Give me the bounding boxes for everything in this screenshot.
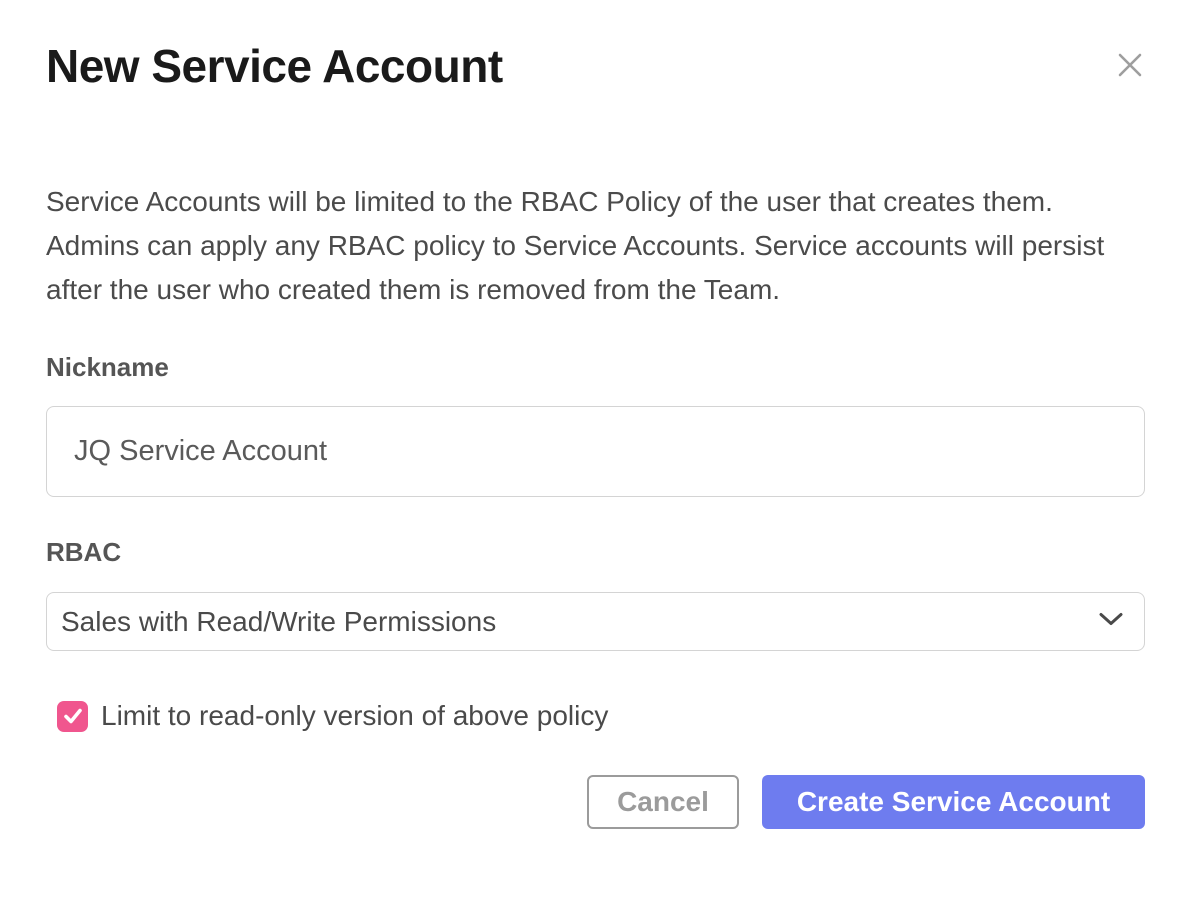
- rbac-label: RBAC: [46, 537, 1145, 568]
- checkmark-icon: [62, 705, 84, 727]
- new-service-account-modal: New Service Account Service Accounts wil…: [0, 0, 1190, 904]
- rbac-select-wrapper: Sales with Read/Write Permissions: [46, 592, 1145, 651]
- cancel-button[interactable]: Cancel: [587, 775, 739, 829]
- readonly-checkbox-row: Limit to read-only version of above poli…: [57, 700, 1145, 732]
- rbac-select[interactable]: Sales with Read/Write Permissions: [46, 592, 1145, 651]
- nickname-input[interactable]: [46, 406, 1145, 497]
- modal-header: New Service Account: [46, 40, 1145, 92]
- create-service-account-button[interactable]: Create Service Account: [762, 775, 1145, 829]
- modal-description: Service Accounts will be limited to the …: [46, 180, 1145, 312]
- close-icon[interactable]: [1115, 50, 1145, 80]
- readonly-checkbox-label[interactable]: Limit to read-only version of above poli…: [101, 700, 608, 732]
- readonly-checkbox[interactable]: [57, 701, 88, 732]
- modal-title: New Service Account: [46, 40, 503, 92]
- nickname-label: Nickname: [46, 352, 1145, 383]
- modal-footer: Cancel Create Service Account: [46, 775, 1145, 829]
